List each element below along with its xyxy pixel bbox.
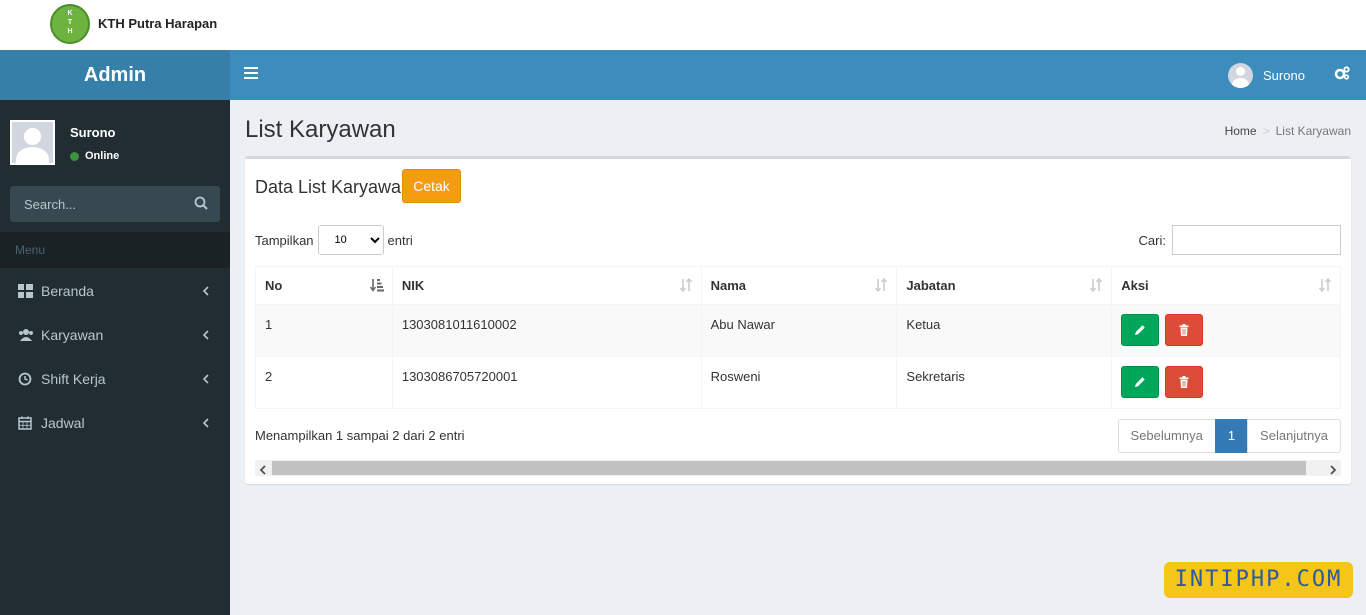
chevron-left-icon bbox=[202, 328, 212, 342]
cell-nama: Rosweni bbox=[700, 356, 898, 409]
scroll-right-icon[interactable] bbox=[1329, 463, 1337, 478]
table-filter: Cari: bbox=[1139, 225, 1341, 255]
cell-nama: Abu Nawar bbox=[700, 304, 898, 357]
edit-button[interactable] bbox=[1121, 366, 1160, 398]
sidebar-item-jadwal[interactable]: Jadwal bbox=[0, 401, 230, 445]
horizontal-scrollbar[interactable] bbox=[255, 460, 1341, 476]
trash-icon bbox=[1179, 324, 1189, 336]
edit-button[interactable] bbox=[1121, 314, 1160, 346]
table-row: 2 1303086705720001 Rosweni Sekretaris bbox=[255, 356, 1341, 409]
cell-nik: 1303086705720001 bbox=[391, 356, 702, 409]
sidebar-item-label: Shift Kerja bbox=[41, 371, 106, 387]
table-info: Menampilkan 1 sampai 2 dari 2 entri bbox=[255, 428, 465, 443]
sort-icon bbox=[1318, 277, 1332, 293]
clock-icon bbox=[18, 372, 33, 386]
cell-aksi bbox=[1111, 304, 1341, 357]
user-panel: Surono Online bbox=[10, 120, 220, 166]
user-avatar bbox=[10, 120, 55, 165]
chevron-left-icon bbox=[202, 416, 212, 430]
table-search-input[interactable] bbox=[1172, 225, 1341, 255]
sidebar-item-karyawan[interactable]: Karyawan bbox=[0, 313, 230, 357]
sort-asc-icon bbox=[369, 278, 384, 292]
sidebar-search-input[interactable] bbox=[10, 186, 180, 222]
cell-no: 2 bbox=[255, 356, 393, 409]
data-box: Data List Karyawan Cetak Tampilkan 10 en… bbox=[245, 156, 1351, 484]
brand-logo[interactable]: KTH bbox=[50, 4, 90, 44]
cell-jabatan: Sekretaris bbox=[896, 356, 1113, 409]
table-row: 1 1303081011610002 Abu Nawar Ketua bbox=[255, 304, 1341, 357]
scroll-left-icon[interactable] bbox=[259, 463, 267, 478]
chevron-left-icon bbox=[202, 372, 212, 386]
breadcrumb-current: List Karyawan bbox=[1275, 124, 1351, 138]
status-label: Online bbox=[85, 150, 120, 162]
delete-button[interactable] bbox=[1164, 366, 1203, 398]
column-header-jabatan[interactable]: Jabatan bbox=[896, 266, 1113, 305]
column-header-nama[interactable]: Nama bbox=[700, 266, 898, 305]
sidebar-item-beranda[interactable]: Beranda bbox=[0, 269, 230, 313]
column-header-aksi[interactable]: Aksi bbox=[1111, 266, 1341, 305]
length-prefix: Tampilkan bbox=[255, 232, 314, 248]
pagination-previous[interactable]: Sebelumnya bbox=[1117, 419, 1216, 453]
breadcrumb: Home > List Karyawan bbox=[1225, 124, 1351, 138]
page-title: List Karyawan bbox=[245, 116, 396, 143]
dashboard-icon bbox=[18, 284, 33, 298]
sort-icon bbox=[679, 277, 693, 293]
trash-icon bbox=[1179, 376, 1189, 388]
sidebar-user-name: Surono bbox=[70, 125, 116, 140]
users-icon bbox=[18, 328, 33, 342]
brand-bar: KTH KTH Putra Harapan bbox=[0, 0, 1366, 50]
header-user-name: Surono bbox=[1263, 67, 1305, 83]
search-icon[interactable] bbox=[194, 196, 210, 212]
sort-icon bbox=[874, 277, 888, 293]
brand-title: KTH Putra Harapan bbox=[98, 16, 218, 31]
sidebar-toggle-icon[interactable] bbox=[244, 67, 258, 81]
cell-no: 1 bbox=[255, 304, 393, 357]
column-header-nik[interactable]: NIK bbox=[391, 266, 702, 305]
pagination-next[interactable]: Selanjutnya bbox=[1247, 419, 1341, 453]
breadcrumb-separator: > bbox=[1262, 124, 1270, 138]
entries-select[interactable]: 10 bbox=[317, 225, 384, 255]
cell-jabatan: Ketua bbox=[896, 304, 1113, 357]
pencil-icon bbox=[1135, 377, 1145, 387]
sidebar-search bbox=[10, 186, 220, 222]
menu-header: Menu bbox=[0, 232, 230, 268]
filter-label: Cari: bbox=[1138, 232, 1166, 248]
delete-button[interactable] bbox=[1164, 314, 1203, 346]
online-status: Online bbox=[70, 150, 119, 162]
sidebar-menu: Beranda Karyawan Shift Kerja Jadwal bbox=[0, 269, 230, 445]
length-suffix: entri bbox=[387, 232, 413, 248]
sidebar: Surono Online Menu Beranda Karyawan Shif… bbox=[0, 100, 230, 615]
cell-nik: 1303081011610002 bbox=[391, 304, 702, 357]
breadcrumb-home[interactable]: Home bbox=[1225, 124, 1257, 138]
avatar bbox=[1228, 62, 1253, 88]
table-header-row: No NIK Nama Jabatan Aksi bbox=[255, 266, 1341, 305]
sort-icon bbox=[1089, 277, 1103, 293]
print-button[interactable]: Cetak bbox=[402, 169, 461, 203]
chevron-left-icon bbox=[202, 284, 212, 298]
entries-length-control: Tampilkan 10 entri bbox=[255, 225, 413, 255]
gears-icon[interactable] bbox=[1334, 66, 1350, 85]
employee-table: No NIK Nama Jabatan Aksi 1 1303081011610… bbox=[255, 266, 1341, 409]
column-header-no[interactable]: No bbox=[255, 266, 393, 305]
user-menu[interactable]: Surono bbox=[1228, 62, 1305, 88]
cell-aksi bbox=[1111, 356, 1341, 409]
calendar-icon bbox=[18, 416, 33, 430]
sidebar-item-label: Karyawan bbox=[41, 327, 104, 343]
sidebar-item-label: Beranda bbox=[41, 283, 94, 299]
admin-logo[interactable]: Admin bbox=[0, 50, 230, 100]
scrollbar-thumb[interactable] bbox=[272, 461, 1306, 475]
sidebar-item-label: Jadwal bbox=[41, 415, 85, 431]
box-title: Data List Karyawan bbox=[255, 177, 412, 197]
top-navbar: Surono bbox=[230, 50, 1366, 100]
status-dot-icon bbox=[70, 151, 79, 161]
pencil-icon bbox=[1135, 325, 1145, 335]
pagination-page-1[interactable]: 1 bbox=[1214, 419, 1249, 453]
watermark-logo: INTIPHP.COM bbox=[1164, 562, 1353, 598]
sidebar-item-shift-kerja[interactable]: Shift Kerja bbox=[0, 357, 230, 401]
pagination: Sebelumnya 1 Selanjutnya bbox=[1117, 419, 1341, 453]
